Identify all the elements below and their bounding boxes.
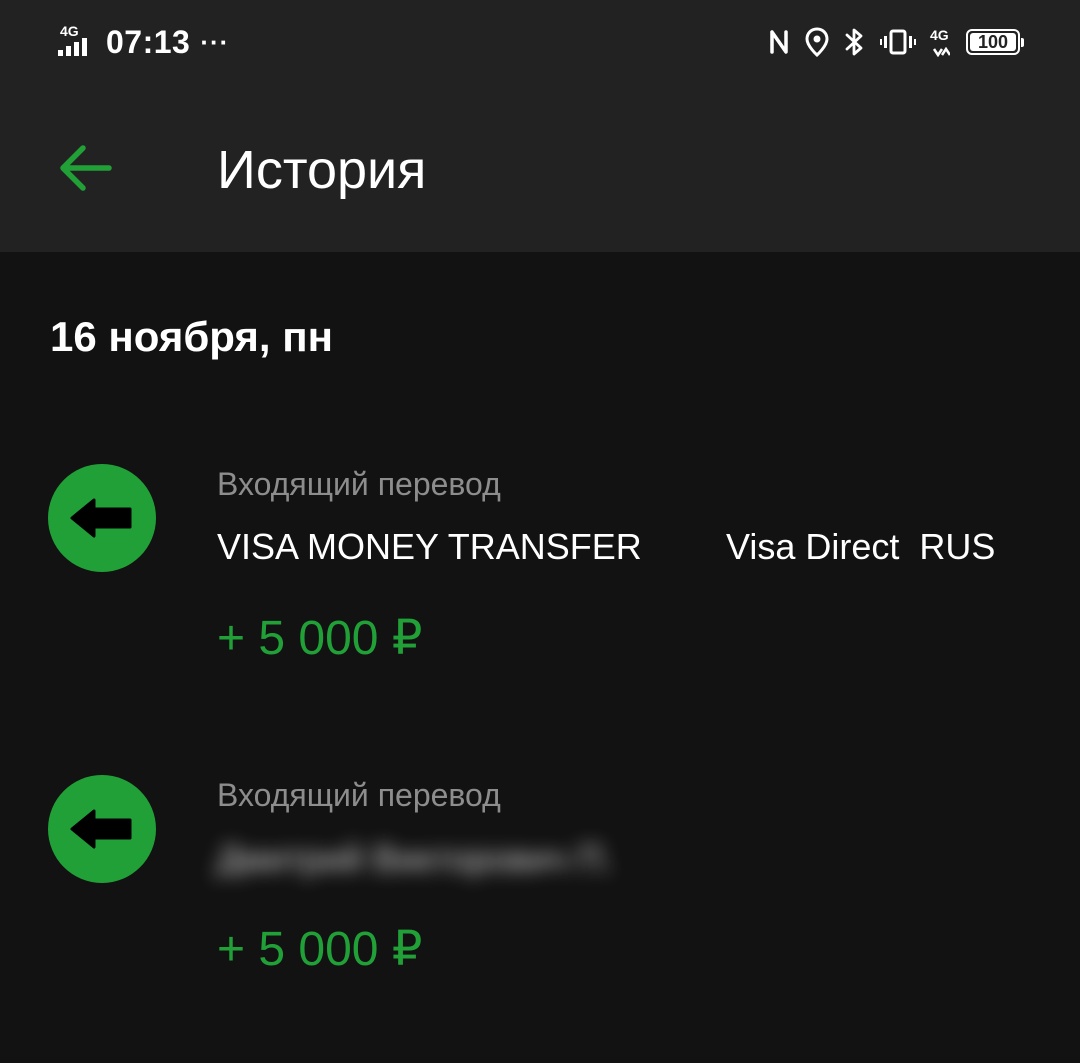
signal-4g-icon: 4G <box>930 25 952 59</box>
incoming-arrow-icon <box>48 775 156 883</box>
battery-icon: 100 <box>966 29 1024 55</box>
app-bar: История <box>0 100 1080 240</box>
location-icon <box>804 26 830 58</box>
status-right: 4G 100 <box>768 22 1024 62</box>
status-bar: 4G 07:13 ··· 4G 100 <box>0 0 1080 88</box>
transaction-amount: + 5 000 ₽ <box>217 612 423 665</box>
transaction-item[interactable]: Входящий перевод Дмитрий Викторович П. +… <box>0 775 1080 1035</box>
arrow-left-icon <box>60 145 112 191</box>
transaction-type: Входящий перевод <box>217 466 501 502</box>
transaction-item[interactable]: Входящий перевод VISA MONEY TRANSFER Vis… <box>0 464 1080 724</box>
transaction-name-blurred: Дмитрий Викторович П. <box>217 838 614 879</box>
bluetooth-icon <box>844 26 866 58</box>
network-type-right: 4G <box>930 27 949 43</box>
transaction-amount: + 5 000 ₽ <box>217 923 423 976</box>
back-button[interactable] <box>40 128 130 208</box>
transaction-merchant: Visa Direct RUS <box>726 526 996 567</box>
date-header: 16 ноября, пн <box>50 313 333 360</box>
incoming-arrow-icon <box>48 464 156 572</box>
vibrate-icon <box>880 27 916 57</box>
network-type-left: 4G <box>60 23 79 39</box>
signal-4g-left-icon: 4G <box>58 24 96 60</box>
status-left: 4G 07:13 ··· <box>58 22 229 62</box>
status-time: 07:13 <box>106 23 191 60</box>
transaction-name: VISA MONEY TRANSFER <box>217 526 642 567</box>
top-area: 4G 07:13 ··· 4G 100 История <box>0 0 1080 252</box>
transaction-type: Входящий перевод <box>217 777 501 813</box>
battery-level: 100 <box>977 31 1009 52</box>
page-title: История <box>217 140 427 200</box>
nfc-icon <box>768 26 790 58</box>
status-more-dots: ··· <box>200 26 230 57</box>
